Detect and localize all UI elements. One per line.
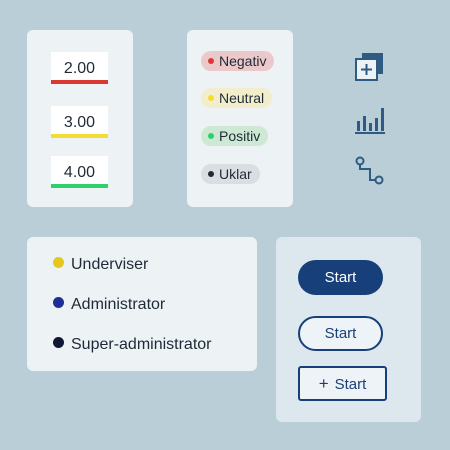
role-teacher: Underviser <box>53 255 148 275</box>
tag-dot <box>208 95 214 101</box>
value-field-yellow[interactable]: 3.00 <box>51 106 108 138</box>
flow-icon[interactable] <box>350 151 388 189</box>
start-button-add-label: Start <box>334 376 367 393</box>
tag-neutral[interactable]: Neutral <box>201 88 273 108</box>
role-admin: Administrator <box>53 295 165 315</box>
tag-label: Uklar <box>219 166 252 182</box>
tag-positive[interactable]: Positiv <box>201 126 269 146</box>
value-field-red[interactable]: 2.00 <box>51 52 108 84</box>
start-button-outline[interactable]: Start <box>298 316 383 351</box>
tag-label: Neutral <box>219 90 265 106</box>
tag-dot <box>208 133 214 139</box>
role-label: Administrator <box>71 296 166 313</box>
plus-icon: + <box>318 374 329 393</box>
bar-chart-icon[interactable] <box>350 101 388 139</box>
tag-dot <box>208 58 214 64</box>
role-label: Super-administrator <box>71 336 212 353</box>
role-dot <box>53 337 64 349</box>
role-label: Underviser <box>71 256 149 273</box>
role-dot <box>53 257 64 269</box>
role-dot <box>53 297 64 309</box>
start-button-primary[interactable]: Start <box>298 260 383 295</box>
tag-negative[interactable]: Negativ <box>201 51 275 71</box>
buttons-card: Start Start + Start <box>276 237 421 422</box>
tag-label: Positiv <box>219 128 261 144</box>
roles-card: Underviser Administrator Super-administr… <box>27 237 257 371</box>
value-field-green[interactable]: 4.00 <box>51 156 108 188</box>
tag-label: Negativ <box>219 53 267 69</box>
start-button-add[interactable]: + Start <box>298 366 387 401</box>
tags-card: Negativ Neutral Positiv Uklar <box>187 30 293 207</box>
role-superadmin: Super-administrator <box>53 335 212 355</box>
tag-uncertain[interactable]: Uklar <box>201 164 260 184</box>
tag-dot <box>208 171 214 177</box>
values-card: 2.00 3.00 4.00 <box>27 30 133 207</box>
add-copy-icon[interactable] <box>350 48 388 86</box>
